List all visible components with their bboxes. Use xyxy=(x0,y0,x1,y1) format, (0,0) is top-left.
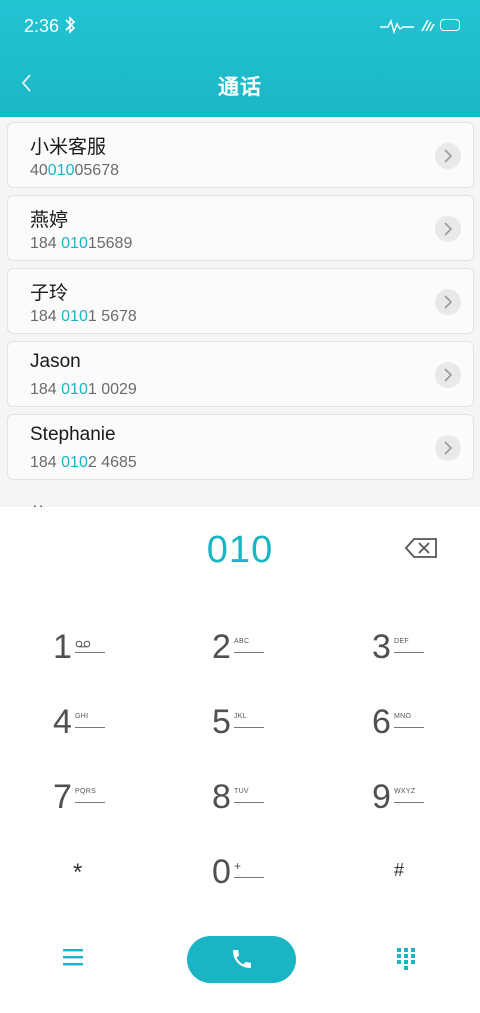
contact-number: 184 01015689 xyxy=(30,235,133,252)
key-9[interactable]: 9 WXYZ xyxy=(372,778,452,828)
status-time: 2:36 xyxy=(24,16,60,36)
bluetooth-icon xyxy=(65,16,76,34)
contact-name: Jason xyxy=(30,351,81,372)
key-hash[interactable]: # xyxy=(394,860,474,910)
call-button[interactable] xyxy=(187,936,296,983)
contact-name: 小米客服 xyxy=(30,137,107,158)
chevron-right-icon xyxy=(444,295,453,309)
dialed-number: 010 xyxy=(206,529,274,571)
contact-name: Stephanie xyxy=(30,424,116,445)
contact-name: 子玲 xyxy=(30,283,69,304)
contact-detail-button[interactable] xyxy=(435,289,461,315)
number-match: 010 xyxy=(61,308,88,325)
contact-card[interactable]: 小米客服 4001005678 xyxy=(7,122,474,188)
status-bar: 2:36 xyxy=(0,0,480,52)
number-match: 010 xyxy=(61,454,88,471)
contact-card[interactable]: Jason 184 0101 0029 xyxy=(7,341,474,407)
key-star[interactable]: * xyxy=(68,857,148,907)
menu-button[interactable] xyxy=(62,947,84,967)
key-0[interactable]: 0 + xyxy=(212,853,292,903)
contact-number: 4001005678 xyxy=(30,162,119,179)
chevron-right-icon xyxy=(444,149,453,163)
voicemail-icon xyxy=(75,640,91,648)
key-7[interactable]: 7 PQRS xyxy=(53,778,133,828)
contact-list[interactable]: 小米客服 4001005678 燕婷 184 01015689 子玲 184 0… xyxy=(0,117,480,507)
contact-detail-button[interactable] xyxy=(435,216,461,242)
backspace-button[interactable] xyxy=(404,537,438,559)
contact-card[interactable]: 燕婷 184 01015689 xyxy=(7,195,474,261)
contact-name: 燕婷 xyxy=(30,210,69,231)
contact-number: 184 0101 5678 xyxy=(30,308,137,325)
key-8[interactable]: 8 TUV xyxy=(212,778,292,828)
signal-icon xyxy=(380,19,414,34)
page-title: 通话 xyxy=(218,75,262,99)
key-1[interactable]: 1 xyxy=(53,628,133,678)
number-match: 010 xyxy=(47,162,75,179)
key-5[interactable]: 5 JKL xyxy=(212,703,292,753)
number-match: 010 xyxy=(61,381,88,398)
key-4[interactable]: 4 GHI xyxy=(53,703,133,753)
contact-number: 184 0102 4685 xyxy=(30,454,137,471)
battery-icon xyxy=(440,19,460,31)
contact-card[interactable]: Stephanie 184 0102 4685 xyxy=(7,414,474,480)
phone-icon xyxy=(233,950,251,968)
contact-detail-button[interactable] xyxy=(435,143,461,169)
key-3[interactable]: 3 DEF xyxy=(372,628,452,678)
chevron-right-icon xyxy=(444,222,453,236)
dialer-pad: 010 1 2 ABC 3 DEF 4 GHI 5 JKL 6 MNO 7 PQ… xyxy=(0,507,480,1013)
key-6[interactable]: 6 MNO xyxy=(372,703,452,753)
key-2[interactable]: 2 ABC xyxy=(212,628,292,678)
header: 2:36 通话 xyxy=(0,0,480,117)
contact-detail-button[interactable] xyxy=(435,362,461,388)
contact-card[interactable]: 子玲 184 0101 5678 xyxy=(7,268,474,334)
wifi-icon xyxy=(421,19,435,32)
chevron-right-icon xyxy=(444,441,453,455)
contact-detail-button[interactable] xyxy=(435,435,461,461)
chevron-right-icon xyxy=(444,368,453,382)
contact-number: 184 0101 0029 xyxy=(30,381,137,398)
keypad-toggle-button[interactable] xyxy=(396,947,416,971)
number-match: 010 xyxy=(61,235,88,252)
